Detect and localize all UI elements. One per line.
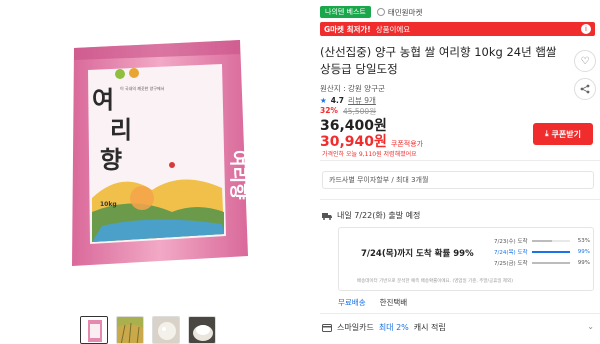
probability-bar-fill xyxy=(532,250,570,253)
thumbnail-cooked-rice[interactable] xyxy=(188,316,216,344)
delivery-note: 배송데이터 기반으로 분석한 예측 배송확률이에요. (영업일 기준, 주말/공… xyxy=(357,279,513,284)
smile-card-suffix: 캐시 적립 xyxy=(413,323,446,332)
chevron-down-icon[interactable]: ⌄ xyxy=(587,322,594,331)
heart-icon: ♡ xyxy=(580,55,590,67)
svg-text:여리향: 여리향 xyxy=(227,150,248,200)
divider xyxy=(320,313,600,314)
star-icon: ★ xyxy=(320,96,327,105)
rice-bag-illustration: 여 리 향 이 국내의 깨끗한 양구에서 10kg 여리향 xyxy=(72,40,248,266)
download-icon: ⤓ xyxy=(545,129,549,138)
shipping-header: 내일 7/22(화) 출발 예정 xyxy=(322,210,420,221)
rating-row: ★ 4.7 리뷰 9개 xyxy=(320,95,376,106)
delivery-probability-box: 7/24(목)까지 도착 확률 99% 7/23(수) 도착 53% 7/24(목)… xyxy=(338,227,594,291)
smile-card-row[interactable]: 스마일카드 최대 2% 캐시 적립 xyxy=(322,322,446,333)
origin-info: 원산지 : 강원 양구군 xyxy=(320,84,385,93)
divider xyxy=(320,160,600,161)
svg-text:10kg: 10kg xyxy=(100,201,117,208)
share-button[interactable] xyxy=(574,78,596,100)
product-gallery: 여 리 향 이 국내의 깨끗한 양구에서 10kg 여리향 xyxy=(0,0,312,344)
probability-row: 7/24(목) 도착 99% xyxy=(494,246,590,257)
thumbnail-rice-grains[interactable] xyxy=(152,316,180,344)
seller-name: 태민원마켓 xyxy=(387,7,423,17)
coupon-price: 30,940원 xyxy=(320,134,387,150)
card-installment-text: 카드사별 무이자할부 / 최대 3개월 xyxy=(329,176,429,184)
free-shipping: 무료배송 xyxy=(338,298,366,307)
info-icon: i xyxy=(581,24,591,34)
shipping-date: 내일 7/22(화) 출발 예정 xyxy=(337,211,421,220)
delivery-probability-rows: 7/23(수) 도착 53% 7/24(목) 도착 99% 7/25(금) 도착 99% xyxy=(494,235,590,268)
review-link[interactable]: 리뷰 9개 xyxy=(348,95,376,106)
delivery-probability: 7/24(목)까지 도착 확률 99% xyxy=(361,249,474,259)
get-coupon-button[interactable]: ⤓ 쿠폰받기 xyxy=(533,123,593,145)
probability-percent: 53% xyxy=(577,237,590,244)
product-main-image[interactable]: 여 리 향 이 국내의 깨끗한 양구에서 10kg 여리향 xyxy=(62,30,252,280)
divider xyxy=(320,199,600,200)
probability-percent: 99% xyxy=(577,248,590,255)
probability-bar xyxy=(532,239,570,242)
shop-icon xyxy=(376,8,385,16)
shipping-type-row: 무료배송 한진택배 xyxy=(338,297,407,308)
probability-bar-fill xyxy=(532,261,570,264)
probability-bar-fill xyxy=(532,239,553,242)
seller-link[interactable]: 태민원마켓 xyxy=(376,7,423,18)
tag-row: 나의텐 베스트 태민원마켓 xyxy=(320,6,422,18)
rating-score: 4.7 xyxy=(330,96,345,105)
promo-brand: G마켓 최저가! xyxy=(324,24,371,34)
wishlist-button[interactable]: ♡ xyxy=(574,50,596,72)
card-installment-box[interactable]: 카드사별 무이자할부 / 최대 3개월 xyxy=(322,171,594,189)
best-badge: 나의텐 베스트 xyxy=(320,6,371,18)
probability-bar xyxy=(532,250,570,253)
share-icon xyxy=(580,84,590,94)
lowest-price-banner[interactable]: G마켓 최저가! 상품이에요 i xyxy=(320,22,595,36)
thumbnail-product-bag[interactable] xyxy=(80,316,108,344)
probability-row: 7/25(금) 도착 99% xyxy=(494,257,590,268)
probability-date: 7/24(목) 도착 xyxy=(494,249,528,256)
smile-card-rate: 최대 2% xyxy=(378,323,409,332)
probability-date: 7/25(금) 도착 xyxy=(494,260,528,267)
product-title: (산선집중) 양구 농협 쌀 여리향 10kg 24년 햅쌀 상등급 당일도정 xyxy=(320,45,557,76)
coupon-price-row: 30,940원 쿠폰적용가 xyxy=(320,131,423,151)
get-coupon-label: 쿠폰받기 xyxy=(551,129,581,139)
thumbnail-strip xyxy=(80,316,216,344)
carrier-name: 한진택배 xyxy=(379,298,408,307)
probability-percent: 99% xyxy=(577,259,590,266)
promo-text: 상품이에요 xyxy=(375,24,411,34)
card-icon xyxy=(322,323,332,332)
probability-row: 7/23(수) 도착 53% xyxy=(494,235,590,246)
svg-text:리: 리 xyxy=(110,115,132,144)
probability-bar xyxy=(532,261,570,264)
product-info-panel: 나의텐 베스트 태민원마켓 G마켓 최저가! 상품이에요 i (산선집중) 양구… xyxy=(320,0,600,344)
probability-date: 7/23(수) 도착 xyxy=(494,238,528,245)
smile-card-label: 스마일카드 xyxy=(337,323,374,332)
truck-icon xyxy=(322,212,332,220)
coupon-price-label: 쿠폰적용가 xyxy=(390,140,424,148)
thumbnail-rice-field[interactable] xyxy=(116,316,144,344)
svg-text:이 국내의 깨끗한 양구에서: 이 국내의 깨끗한 양구에서 xyxy=(120,85,165,91)
price-drop-notice: 가격인하 오늘 9,110원 저렴해졌어요 xyxy=(322,151,417,158)
svg-text:여: 여 xyxy=(92,85,114,114)
svg-text:향: 향 xyxy=(100,145,122,174)
